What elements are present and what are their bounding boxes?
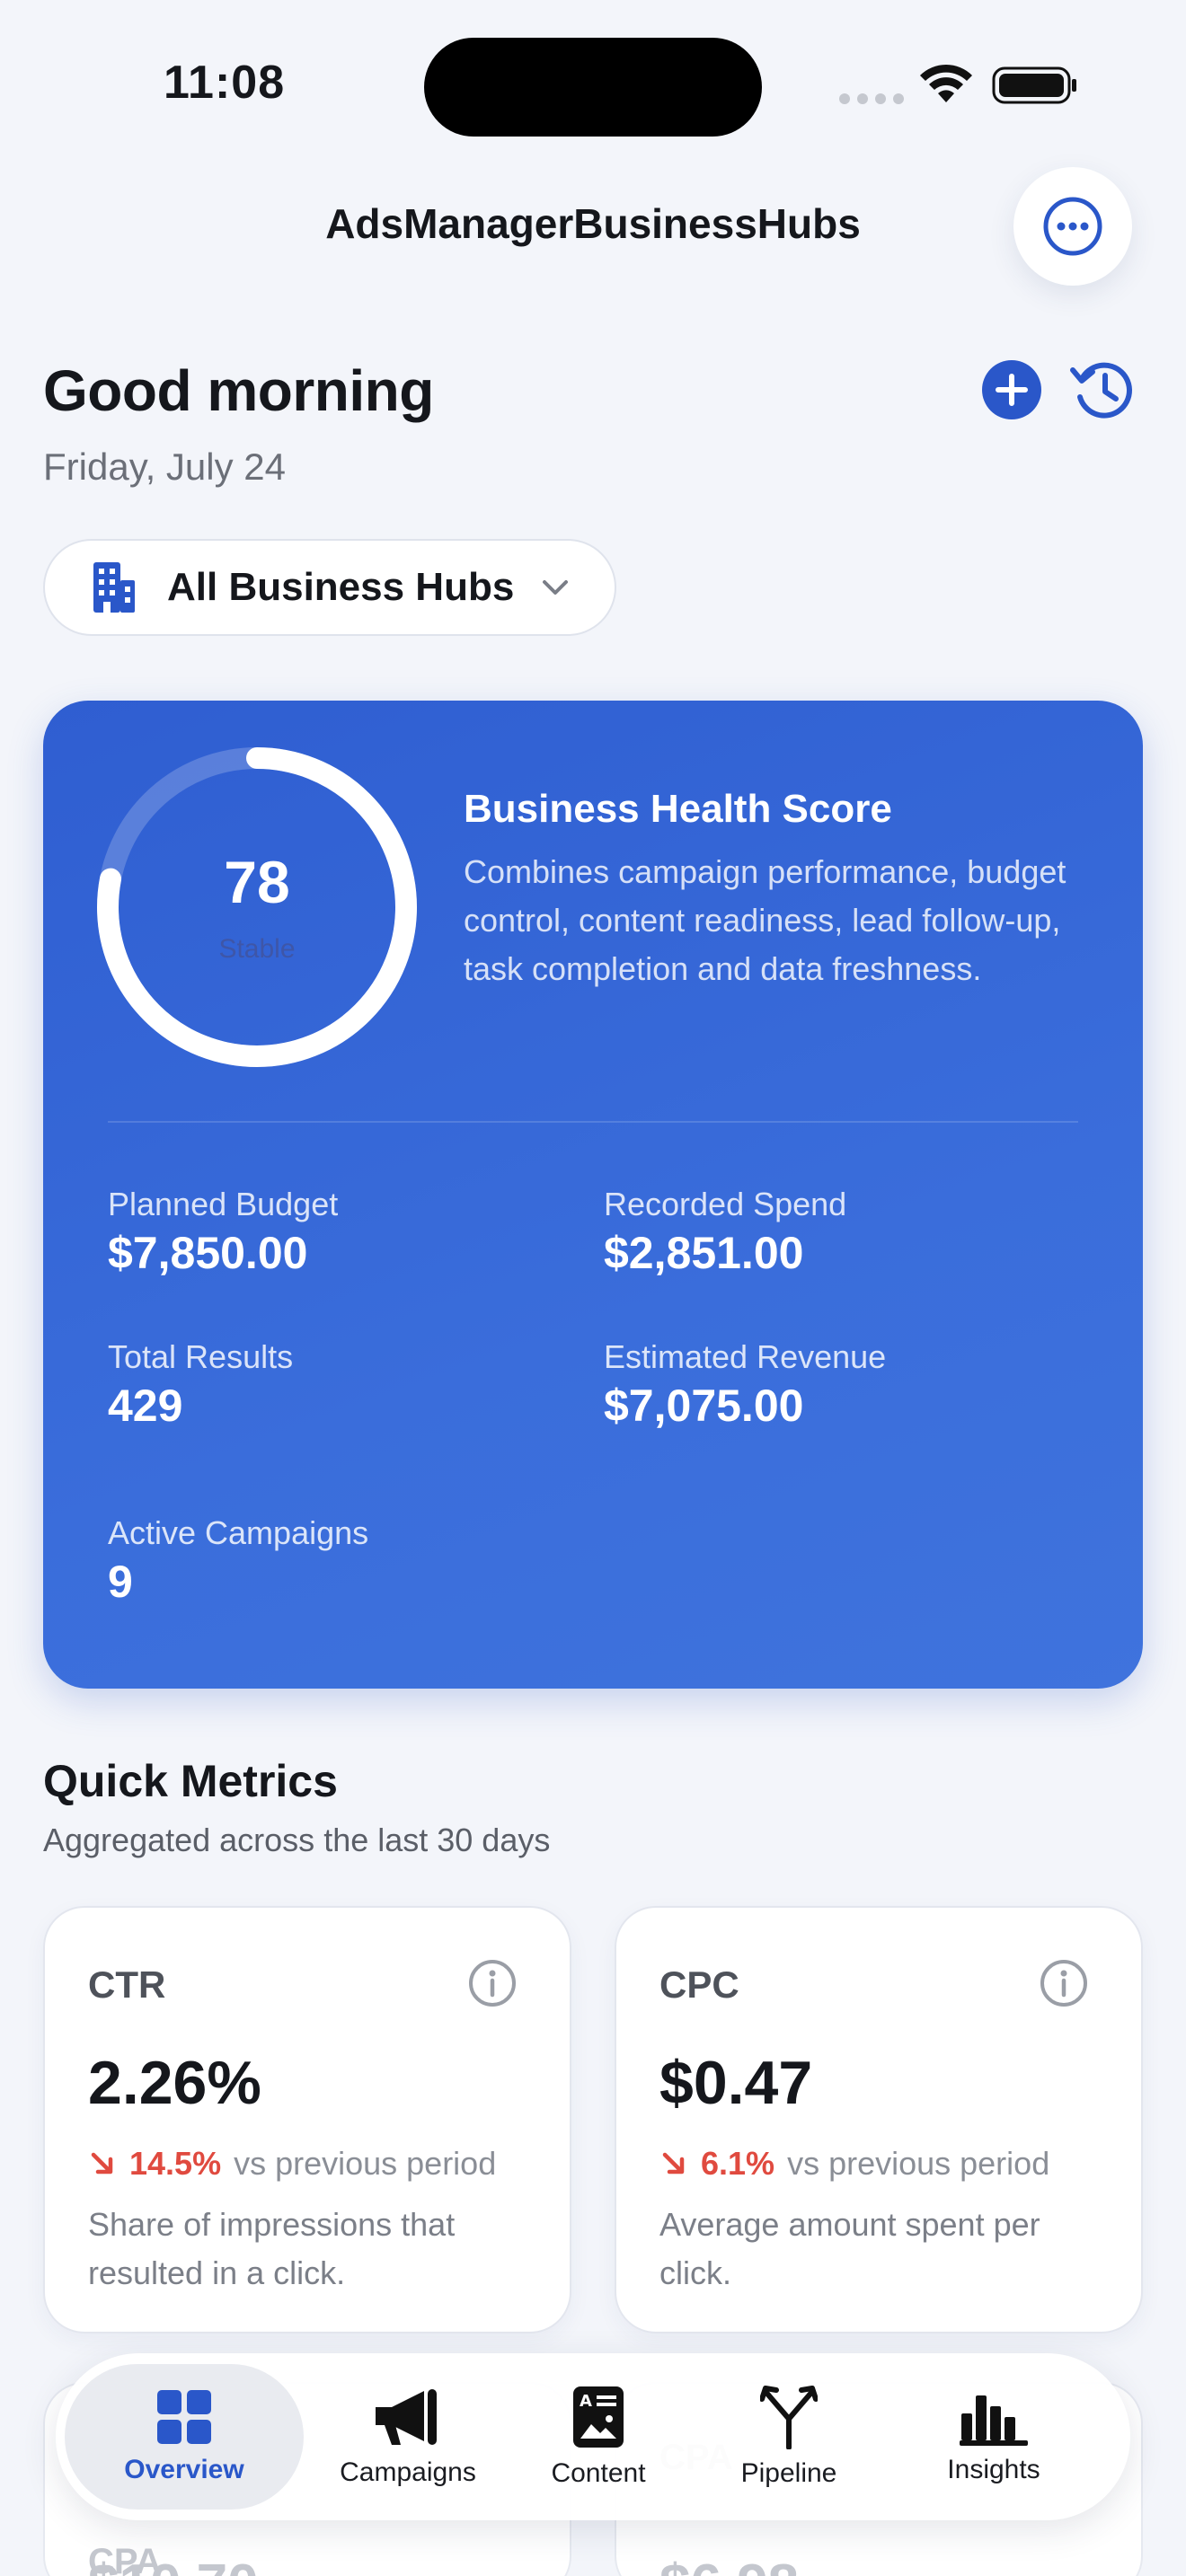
metric-label: Recorded Spend	[604, 1186, 847, 1222]
card-divider	[108, 1121, 1078, 1123]
metric-active-campaigns: Active Campaigns 9	[108, 1514, 368, 1608]
business-hub-selector[interactable]: All Business Hubs	[43, 539, 616, 636]
metric-value: $2,851.00	[604, 1228, 804, 1278]
quick-metrics-title: Quick Metrics	[43, 1756, 338, 1806]
metric-label: Active Campaigns	[108, 1514, 369, 1551]
metric-card-value: $0.47	[659, 2049, 813, 2117]
metric-card-description: Share of impressions that resulted in a …	[88, 2206, 456, 2291]
metric-recorded-spend: Recorded Spend $2,851.00	[604, 1186, 846, 1279]
tab-label: Pipeline	[740, 2458, 837, 2488]
building-icon	[93, 562, 135, 613]
health-score-description: Combines campaign performance, budget co…	[464, 853, 1067, 987]
tab-label: Insights	[947, 2455, 1040, 2484]
dynamic-island	[424, 38, 762, 137]
greeting-title: Good morning	[43, 358, 434, 423]
svg-text:A: A	[580, 2392, 592, 2411]
megaphone-icon	[376, 2389, 437, 2445]
ellipsis-circle-icon	[1043, 197, 1102, 256]
metric-card-value: $6.98	[659, 2553, 799, 2576]
info-icon[interactable]	[467, 1958, 518, 2008]
grid-icon	[157, 2390, 211, 2444]
tab-label: Campaigns	[340, 2457, 476, 2487]
metric-value: $7,850.00	[108, 1228, 308, 1278]
metric-card-change: 14.5% vs previous period	[88, 2145, 496, 2183]
cellular-signal-icon	[839, 93, 904, 104]
tab-pipeline[interactable]: Pipeline	[694, 2353, 884, 2520]
greeting-date: Friday, July 24	[43, 446, 286, 488]
hub-selector-label: All Business Hubs	[167, 565, 515, 609]
bar-chart-icon	[960, 2395, 1028, 2446]
metric-card-change: 6.1% vs previous period	[659, 2145, 1049, 2183]
metric-card-description: Average amount spent per click.	[659, 2206, 1040, 2291]
history-button[interactable]	[1069, 357, 1137, 422]
metric-estimated-revenue: Estimated Revenue $7,075.00	[604, 1338, 886, 1432]
metric-card-key: CTR	[88, 1963, 166, 2006]
metric-card-cpc[interactable]: CPC $0.47 6.1% vs previous period Averag…	[615, 1906, 1143, 2333]
arrow-down-right-icon	[662, 2152, 685, 2175]
health-score-value: 78	[224, 849, 290, 915]
status-time: 11:08	[164, 57, 286, 109]
tab-overview[interactable]: Overview	[65, 2364, 304, 2510]
more-options-button[interactable]	[1013, 167, 1132, 286]
metric-value: 9	[108, 1557, 133, 1607]
branch-icon	[760, 2386, 818, 2449]
health-score-title: Business Health Score	[464, 787, 892, 831]
metric-label: Estimated Revenue	[604, 1338, 887, 1375]
wifi-icon	[920, 64, 972, 102]
tab-content[interactable]: A Content	[503, 2353, 694, 2520]
info-icon[interactable]	[1039, 1958, 1089, 2008]
tab-label: Content	[551, 2458, 646, 2488]
tab-label: Overview	[124, 2455, 244, 2484]
metric-card-value: $10.70	[88, 2553, 259, 2576]
tab-bar: Overview Campaigns A Content Pipeline In…	[56, 2353, 1130, 2520]
document-image-icon: A	[573, 2386, 624, 2448]
metric-card-ctr[interactable]: CTR 2.26% 14.5% vs previous period Share…	[43, 1906, 571, 2333]
quick-metrics-subtitle: Aggregated across the last 30 days	[43, 1822, 551, 1858]
battery-icon	[992, 66, 1076, 104]
change-percent: 14.5%	[129, 2145, 222, 2182]
change-comparison: vs previous period	[234, 2145, 497, 2182]
change-percent: 6.1%	[701, 2145, 775, 2182]
arrow-down-right-icon	[91, 2152, 113, 2175]
change-comparison: vs previous period	[787, 2145, 1050, 2182]
tab-campaigns[interactable]: Campaigns	[313, 2353, 503, 2520]
add-button[interactable]	[981, 359, 1042, 420]
metric-card-value: 2.26%	[88, 2049, 261, 2117]
metric-total-results: Total Results 429	[108, 1338, 293, 1432]
metric-label: Total Results	[108, 1338, 294, 1375]
metric-label: Planned Budget	[108, 1186, 339, 1222]
metric-card-key: CPC	[659, 1963, 739, 2006]
metric-value: $7,075.00	[604, 1381, 804, 1431]
chevron-down-icon	[543, 580, 569, 595]
metric-planned-budget: Planned Budget $7,850.00	[108, 1186, 338, 1279]
health-score-status: Stable	[218, 934, 296, 964]
business-health-card: 78 Stable Business Health Score Combines…	[43, 701, 1143, 1689]
tab-insights[interactable]: Insights	[884, 2353, 1103, 2520]
app-title: AdsManagerBusinessHubs	[325, 200, 861, 247]
metric-value: 429	[108, 1381, 183, 1431]
